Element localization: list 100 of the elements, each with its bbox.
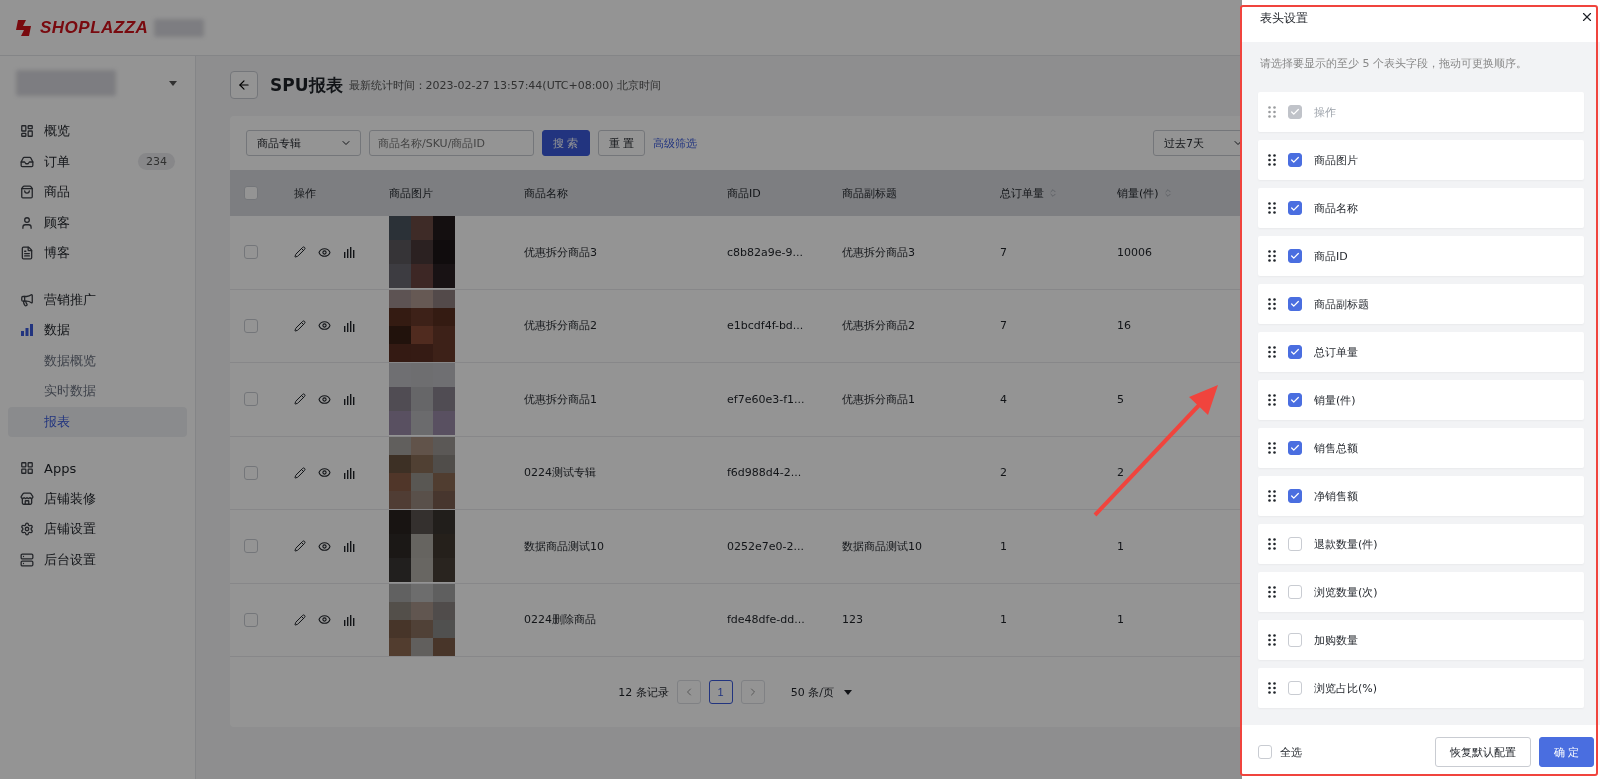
edit-icon[interactable]	[294, 319, 306, 332]
nav-item[interactable]: 店铺设置	[8, 514, 187, 545]
checkbox[interactable]	[1288, 201, 1302, 215]
view-icon[interactable]	[318, 466, 331, 480]
view-icon[interactable]	[318, 319, 331, 333]
drag-handle-icon[interactable]	[1268, 298, 1276, 310]
drag-handle-icon[interactable]	[1268, 250, 1276, 262]
checkbox[interactable]	[1288, 345, 1302, 359]
restore-defaults-button[interactable]: 恢复默认配置	[1434, 737, 1531, 767]
checkbox[interactable]	[1288, 633, 1302, 647]
column-option[interactable]: 浏览占比(%)	[1258, 668, 1584, 708]
checkbox[interactable]	[1288, 585, 1302, 599]
checkbox[interactable]	[1288, 297, 1302, 311]
table-cell-text: 0252e7e0-2...	[727, 539, 805, 553]
drawer-title: 表头设置	[1260, 10, 1308, 27]
checkbox[interactable]	[1288, 153, 1302, 167]
column-option[interactable]: 商品图片	[1258, 140, 1584, 180]
checkbox[interactable]	[1288, 537, 1302, 551]
checkbox[interactable]	[244, 318, 258, 333]
drag-handle-icon[interactable]	[1268, 634, 1276, 646]
nav-item[interactable]: 概览	[8, 116, 187, 147]
nav-item[interactable]: 后台设置	[8, 544, 187, 575]
nav-subitem[interactable]: 报表	[8, 406, 187, 437]
drag-handle-icon[interactable]	[1268, 538, 1276, 550]
dropdown-icon[interactable]	[843, 689, 852, 695]
edit-icon[interactable]	[294, 393, 306, 406]
column-option[interactable]: 总订单量	[1258, 332, 1584, 372]
nav-item[interactable]: 订单 234	[8, 146, 187, 177]
edit-icon[interactable]	[294, 246, 306, 259]
bar-chart-icon[interactable]	[343, 246, 355, 259]
bar-chart-icon[interactable]	[343, 466, 355, 479]
nav-subitem[interactable]: 数据概览	[8, 345, 187, 376]
column-option[interactable]: 商品名称	[1258, 188, 1584, 228]
nav-item[interactable]: 营销推广	[8, 284, 187, 315]
search-field[interactable]: 商品名称/SKU/商品ID	[369, 130, 534, 156]
view-icon[interactable]	[318, 613, 331, 627]
nav-item[interactable]: 数据	[8, 315, 187, 346]
page-size[interactable]: 50 条/页	[790, 684, 834, 700]
checkbox[interactable]	[1288, 441, 1302, 455]
advanced-filter-link[interactable]: 高级筛选	[653, 135, 697, 151]
column-option-label: 浏览数量(次)	[1314, 584, 1378, 600]
drag-handle-icon[interactable]	[1268, 586, 1276, 598]
edit-icon[interactable]	[294, 466, 306, 479]
bar-chart-icon[interactable]	[343, 319, 355, 332]
column-option-label: 操作	[1314, 104, 1336, 120]
checkbox[interactable]	[1288, 681, 1302, 695]
column-option[interactable]: 加购数量	[1258, 620, 1584, 660]
column-option[interactable]: 商品副标题	[1258, 284, 1584, 324]
checkbox[interactable]	[244, 392, 258, 407]
nav-item[interactable]: 店铺装修	[8, 483, 187, 514]
table-cell-text: e1bcdf4f-bd...	[727, 319, 805, 333]
bar-chart-icon[interactable]	[343, 393, 355, 406]
column-option-label: 商品ID	[1314, 248, 1348, 264]
checkbox[interactable]	[244, 245, 258, 260]
nav-subitem[interactable]: 实时数据	[8, 376, 187, 407]
drag-handle-icon[interactable]	[1268, 442, 1276, 454]
drag-handle-icon[interactable]	[1268, 394, 1276, 406]
bar-chart-icon[interactable]	[343, 613, 355, 626]
checkbox[interactable]	[1258, 745, 1272, 759]
checkbox[interactable]	[1288, 489, 1302, 503]
checkbox[interactable]	[244, 612, 258, 627]
checkbox[interactable]	[244, 539, 258, 554]
nav-item[interactable]: Apps	[8, 453, 187, 484]
column-option[interactable]: 销量(件)	[1258, 380, 1584, 420]
close-icon[interactable]	[1580, 10, 1594, 24]
view-icon[interactable]	[318, 392, 331, 406]
checkbox[interactable]	[244, 186, 258, 200]
drag-handle-icon[interactable]	[1268, 682, 1276, 694]
collection-select[interactable]: 商品专辑	[246, 130, 361, 156]
reset-button[interactable]: 重 置	[597, 130, 645, 156]
edit-icon[interactable]	[294, 540, 306, 553]
column-option[interactable]: 销售总额	[1258, 428, 1584, 468]
nav-item[interactable]: 博客	[8, 238, 187, 269]
column-option[interactable]: 净销售额	[1258, 476, 1584, 516]
table-cell-text: 7	[1000, 319, 1008, 333]
column-option[interactable]: 商品ID	[1258, 236, 1584, 276]
drag-handle-icon[interactable]	[1268, 202, 1276, 214]
back-button[interactable]	[230, 71, 258, 99]
drag-handle-icon[interactable]	[1268, 106, 1276, 118]
drag-handle-icon[interactable]	[1268, 346, 1276, 358]
check-icon	[1290, 155, 1300, 165]
edit-icon[interactable]	[294, 613, 306, 626]
drag-handle-icon[interactable]	[1268, 154, 1276, 166]
table-cell-text: 0224删除商品	[524, 612, 597, 628]
column-option[interactable]: 退款数量(件)	[1258, 524, 1584, 564]
nav-item[interactable]: 顾客	[8, 207, 187, 238]
view-icon[interactable]	[318, 539, 331, 553]
dropdown-icon[interactable]	[169, 80, 177, 86]
checkbox[interactable]	[244, 465, 258, 480]
drag-handle-icon[interactable]	[1268, 490, 1276, 502]
search-button[interactable]: 搜 索	[542, 130, 590, 156]
view-icon[interactable]	[318, 245, 331, 259]
checkbox[interactable]	[1288, 249, 1302, 263]
column-option[interactable]: 浏览数量(次)	[1258, 572, 1584, 612]
checkbox[interactable]	[1288, 393, 1302, 407]
confirm-button[interactable]: 确 定	[1538, 737, 1594, 767]
page-button[interactable]: 1	[708, 680, 733, 704]
bar-chart-icon[interactable]	[343, 540, 355, 553]
nav-item[interactable]: 商品	[8, 177, 187, 208]
nav-label: 营销推广	[44, 290, 96, 309]
